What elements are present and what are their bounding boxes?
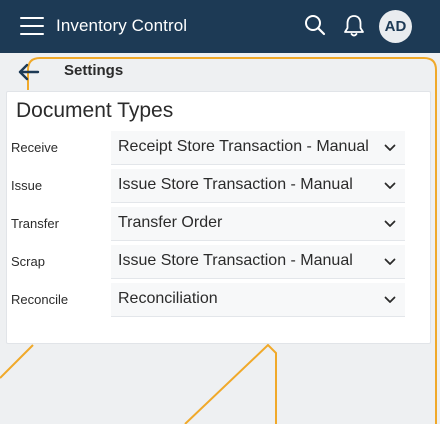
chevron-down-icon xyxy=(384,258,396,265)
receive-row: Receive Receipt Store Transaction - Manu… xyxy=(7,131,432,165)
back-arrow-icon[interactable] xyxy=(16,59,42,85)
receive-value: Receipt Store Transaction - Manual xyxy=(118,138,369,155)
issue-value: Issue Store Transaction - Manual xyxy=(118,176,353,193)
issue-select[interactable]: Issue Store Transaction - Manual xyxy=(111,169,405,203)
bell-icon[interactable] xyxy=(342,13,366,39)
issue-row: Issue Issue Store Transaction - Manual xyxy=(7,169,432,203)
transfer-label: Transfer xyxy=(11,216,59,231)
transfer-value: Transfer Order xyxy=(118,214,223,231)
issue-label: Issue xyxy=(11,178,43,193)
app-title: Inventory Control xyxy=(56,16,188,35)
top-app-bar: Inventory Control AD xyxy=(0,0,440,53)
menu-icon[interactable] xyxy=(20,13,46,39)
scrap-label: Scrap xyxy=(11,254,45,269)
page-subheader: Settings xyxy=(0,53,440,91)
document-types-card: Document Types Receive Receipt Store Tra… xyxy=(6,91,431,344)
reconcile-row: Reconcile Reconciliation xyxy=(7,283,432,317)
user-avatar[interactable]: AD xyxy=(379,10,412,43)
chevron-down-icon xyxy=(384,144,396,151)
card-title: Document Types xyxy=(16,99,174,122)
reconcile-value: Reconciliation xyxy=(118,290,218,307)
search-icon[interactable] xyxy=(303,13,327,39)
chevron-down-icon xyxy=(384,182,396,189)
receive-select[interactable]: Receipt Store Transaction - Manual xyxy=(111,131,405,165)
transfer-row: Transfer Transfer Order xyxy=(7,207,432,241)
scrap-select[interactable]: Issue Store Transaction - Manual xyxy=(111,245,405,279)
reconcile-label: Reconcile xyxy=(11,292,69,307)
scrap-value: Issue Store Transaction - Manual xyxy=(118,252,353,269)
chevron-down-icon xyxy=(384,220,396,227)
reconcile-select[interactable]: Reconciliation xyxy=(111,283,405,317)
receive-label: Receive xyxy=(11,140,58,155)
chevron-down-icon xyxy=(384,296,396,303)
scrap-row: Scrap Issue Store Transaction - Manual xyxy=(7,245,432,279)
page-title: Settings xyxy=(64,62,124,79)
transfer-select[interactable]: Transfer Order xyxy=(111,207,405,241)
